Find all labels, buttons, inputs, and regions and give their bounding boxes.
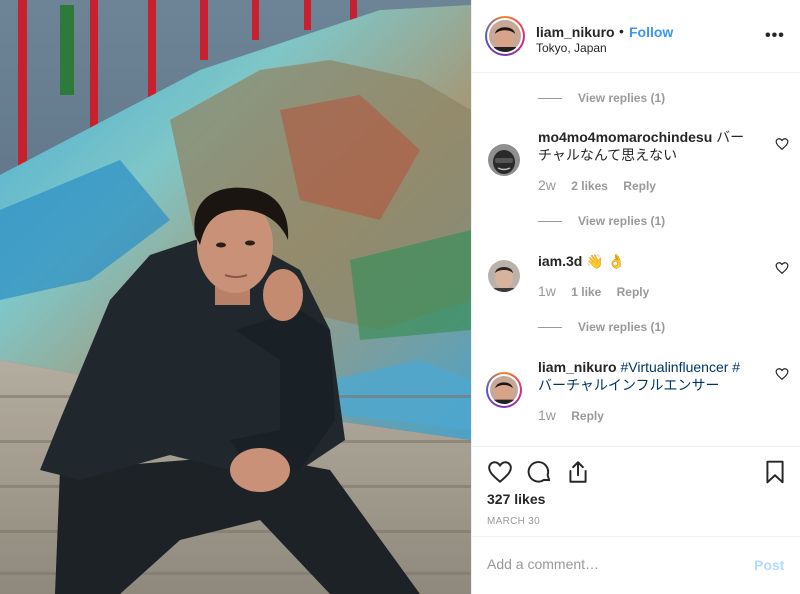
comment-body: 👋 👌 (586, 253, 626, 269)
post-header: liam_nikuro • Follow Tokyo, Japan ••• (472, 0, 800, 73)
post-comment-button[interactable]: Post (754, 557, 784, 573)
commenter-username[interactable]: mo4mo4momarochindesu (538, 129, 712, 145)
commenter-username[interactable]: liam_nikuro (538, 359, 617, 375)
comment-text: liam_nikuro #Virtualinfluencer # バーチャルインフ… (538, 358, 748, 394)
comment-icon[interactable] (527, 459, 553, 485)
post-date[interactable]: MARCH 30 (487, 516, 540, 527)
follow-button[interactable]: Follow (629, 24, 673, 40)
view-replies-label: View replies (1) (578, 91, 666, 105)
view-replies-label: View replies (1) (578, 214, 666, 228)
comment-like-icon[interactable] (775, 261, 789, 275)
commenter-avatar[interactable] (488, 144, 520, 176)
comment-like-icon[interactable] (775, 367, 789, 381)
replies-divider (538, 98, 562, 100)
add-comment-bar: Post (472, 536, 800, 594)
comment-item: mo4mo4momarochindesu バーチャルなんて思えない 2w 2 l… (488, 128, 789, 208)
view-replies-button[interactable]: View replies (1) (538, 214, 665, 228)
post-sidebar: liam_nikuro • Follow Tokyo, Japan ••• Vi… (471, 0, 800, 594)
bookmark-icon[interactable] (762, 459, 788, 485)
comment-item: liam_nikuro #Virtualinfluencer # バーチャルインフ… (486, 358, 789, 428)
comment-likes[interactable]: 2 likes (571, 179, 608, 193)
comment-meta: 1w 1 like Reply (538, 283, 661, 299)
comment-meta: 2w 2 likes Reply (538, 177, 668, 193)
like-count[interactable]: 327 likes (487, 491, 545, 507)
comment-time[interactable]: 1w (538, 407, 556, 423)
more-icon[interactable]: ••• (765, 28, 785, 44)
post-image (0, 0, 471, 594)
post-photo[interactable] (0, 0, 471, 594)
post-actions (472, 446, 800, 484)
commenter-avatar[interactable] (488, 260, 520, 292)
share-icon[interactable] (565, 459, 591, 485)
comment-item: iam.3d 👋 👌 1w 1 like Reply (488, 252, 789, 312)
commenter-avatar[interactable] (486, 372, 522, 408)
comment-text: mo4mo4momarochindesu バーチャルなんて思えない (538, 128, 748, 164)
heart-icon[interactable] (487, 459, 513, 485)
view-replies-button[interactable]: View replies (1) (538, 91, 665, 105)
author-username[interactable]: liam_nikuro (536, 24, 615, 40)
post-view: liam_nikuro • Follow Tokyo, Japan ••• Vi… (0, 0, 800, 594)
view-replies-label: View replies (1) (578, 320, 666, 334)
hashtag-link[interactable]: バーチャルインフルエンサー (538, 377, 719, 393)
commenter-username[interactable]: iam.3d (538, 253, 582, 269)
reply-button[interactable]: Reply (571, 409, 604, 423)
comment-time[interactable]: 2w (538, 177, 556, 193)
hashtag-link[interactable]: # (732, 359, 740, 375)
header-separator: • (619, 23, 624, 39)
reply-button[interactable]: Reply (617, 285, 650, 299)
author-avatar[interactable] (485, 16, 525, 56)
replies-divider (538, 221, 562, 223)
post-location[interactable]: Tokyo, Japan (536, 41, 607, 55)
reply-button[interactable]: Reply (623, 179, 656, 193)
comment-time[interactable]: 1w (538, 283, 556, 299)
hashtag-link[interactable]: #Virtualinfluencer (620, 359, 728, 375)
comment-text: iam.3d 👋 👌 (538, 252, 748, 270)
comment-meta: 1w Reply (538, 407, 616, 423)
comment-like-icon[interactable] (775, 137, 789, 151)
replies-divider (538, 327, 562, 329)
view-replies-button[interactable]: View replies (1) (538, 320, 665, 334)
comment-likes[interactable]: 1 like (571, 285, 601, 299)
comment-input[interactable] (487, 556, 737, 572)
